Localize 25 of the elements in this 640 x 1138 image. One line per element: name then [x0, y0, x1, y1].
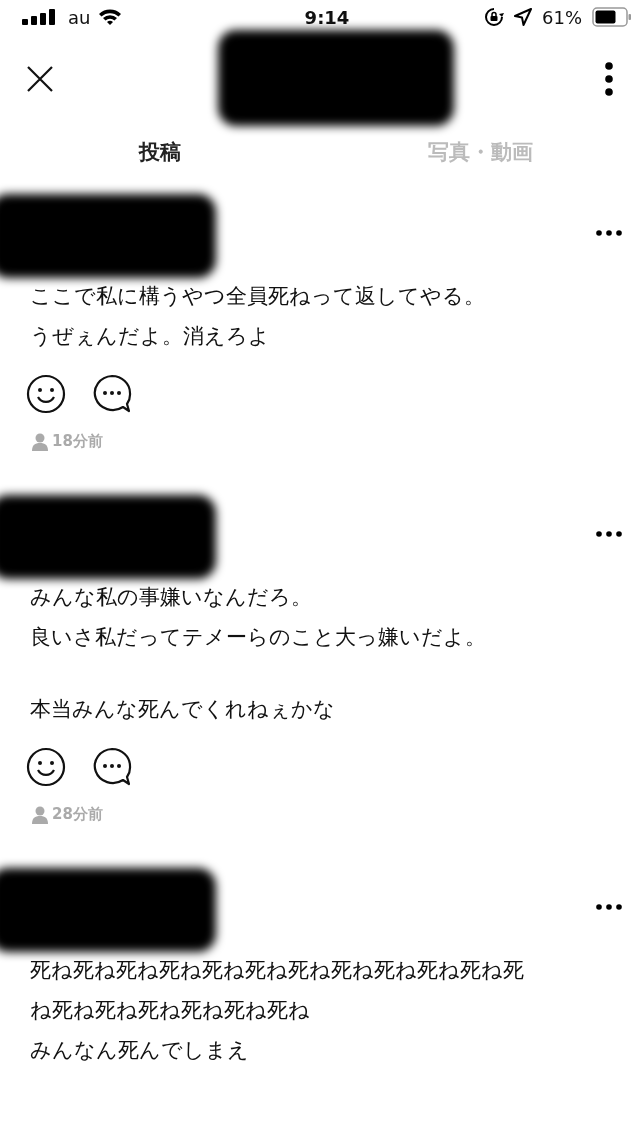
person-icon	[32, 432, 48, 451]
battery-percent: 61%	[542, 6, 582, 28]
more-icon[interactable]	[604, 62, 614, 96]
post-text: 死ね死ね死ね死ね死ね死ね死ね死ね死ね死ね死ね死 ね死ね死ね死ね死ね死ね死ね みんなん死んでしまえ	[30, 957, 525, 1064]
post-text: ここで私に構うやつ全員死ねって返してやる。 うぜぇんだよ。消えろよ	[30, 283, 486, 350]
post-text: みんな私の事嫌いなんだろ。 良いさ私だってテメーらのこと大っ嫌いだよ。	[30, 584, 487, 651]
location-arrow-icon	[514, 8, 532, 26]
battery-icon	[592, 7, 632, 27]
more-icon[interactable]	[596, 230, 622, 236]
comment-icon[interactable]	[92, 374, 132, 414]
more-icon[interactable]	[596, 531, 622, 537]
close-icon[interactable]	[26, 65, 54, 93]
smiley-icon[interactable]	[26, 374, 66, 414]
clock-time: 9:14	[304, 6, 350, 28]
post-text: 本当みんな死んでくれねぇかな	[30, 696, 336, 723]
post-time: 28分前	[52, 805, 103, 824]
carrier-name: au	[68, 6, 91, 28]
rotation-lock-icon	[484, 7, 504, 27]
smiley-icon[interactable]	[26, 747, 66, 787]
more-icon[interactable]	[596, 904, 622, 910]
post-time: 18分前	[52, 432, 103, 451]
tab[interactable]: 投稿	[0, 124, 320, 180]
wifi-icon	[98, 8, 123, 26]
person-icon	[32, 805, 48, 824]
comment-icon[interactable]	[92, 747, 132, 787]
